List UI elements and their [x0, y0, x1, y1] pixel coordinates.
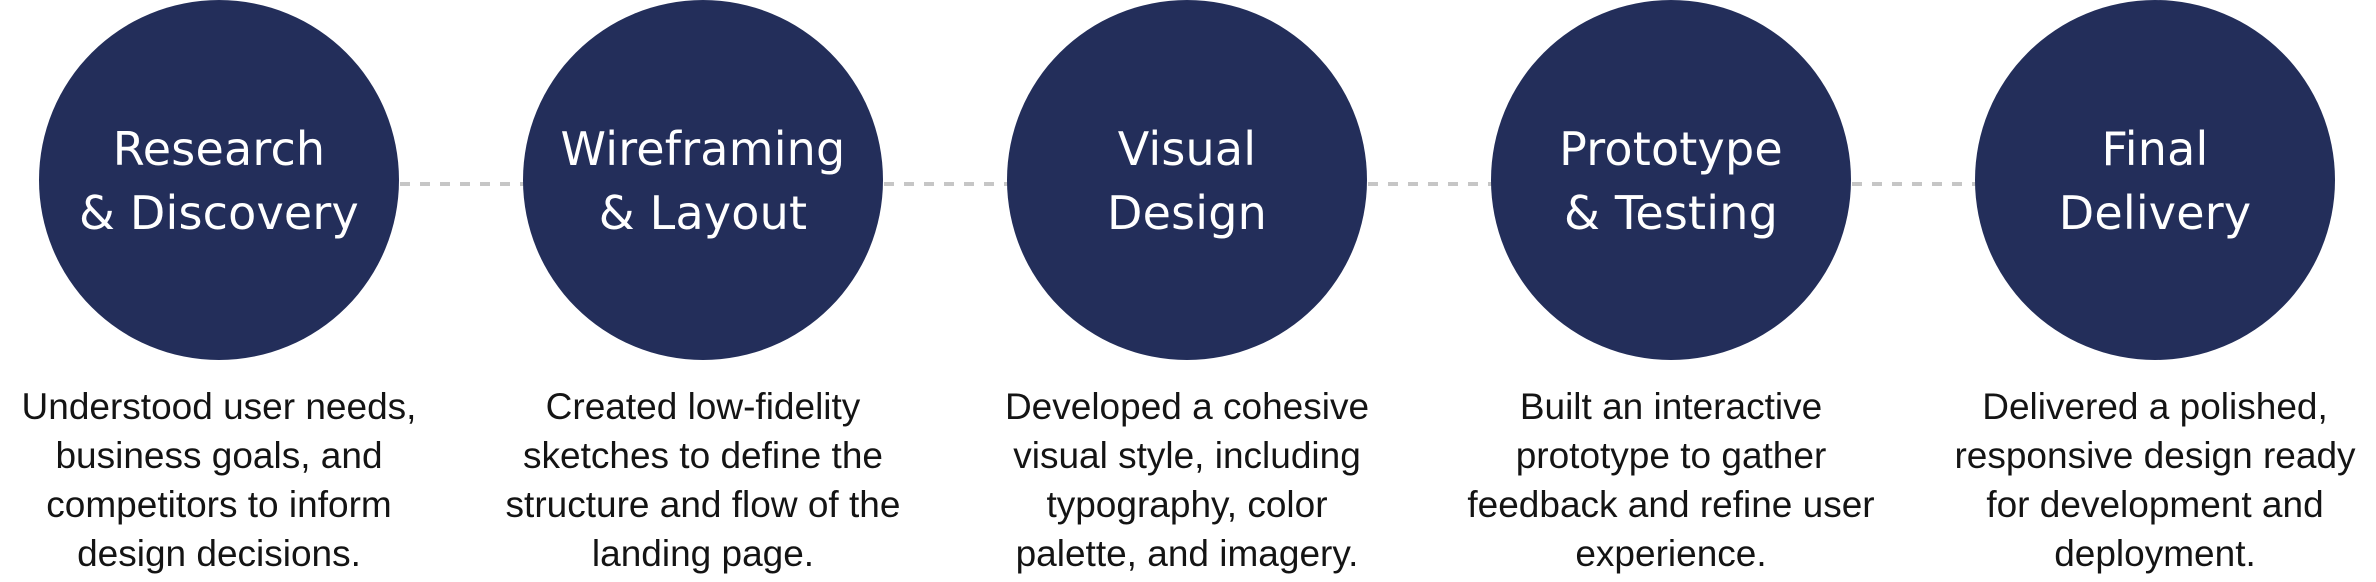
description-line: responsive design ready: [1954, 435, 2356, 476]
step-circle: Final Delivery: [1975, 0, 2335, 360]
description-line: deployment.: [2054, 533, 2256, 574]
description-line: sketches to define the: [523, 435, 883, 476]
step-description: Developed a cohesive visual style, inclu…: [945, 382, 1429, 578]
description-line: Delivered a polished,: [1982, 386, 2328, 427]
description-line: competitors to inform: [46, 484, 392, 525]
process-timeline: Research & Discovery Understood user nee…: [0, 0, 2376, 582]
description-line: palette, and imagery.: [1015, 533, 1359, 574]
step-title-line: Research: [112, 122, 326, 176]
description-line: design decisions.: [77, 533, 361, 574]
description-line: visual style, including: [1013, 435, 1361, 476]
description-line: feedback and refine user: [1467, 484, 1875, 525]
step-title-line: Prototype: [1559, 122, 1783, 176]
step-description: Delivered a polished, responsive design …: [1913, 382, 2376, 578]
step-description: Built an interactive prototype to gather…: [1429, 382, 1913, 578]
step-research-discovery: Research & Discovery Understood user nee…: [0, 0, 461, 582]
description-line: Understood user needs,: [21, 386, 417, 427]
description-line: Built an interactive: [1519, 386, 1823, 427]
step-circle: Wireframing & Layout: [523, 0, 883, 360]
step-circle: Research & Discovery: [39, 0, 399, 360]
description-line: for development and: [1986, 484, 2324, 525]
step-prototype-testing: Prototype & Testing Built an interactive…: [1429, 0, 1913, 582]
step-title-line: & Testing: [1563, 186, 1778, 240]
description-line: prototype to gather: [1515, 435, 1827, 476]
step-final-delivery: Final Delivery Delivered a polished, res…: [1913, 0, 2376, 582]
step-title-line: & Discovery: [79, 186, 359, 240]
step-description: Created low-fidelity sketches to define …: [461, 382, 945, 578]
description-line: landing page.: [591, 533, 815, 574]
description-line: Developed a cohesive: [1004, 386, 1370, 427]
step-visual-design: Visual Design Developed a cohesive visua…: [945, 0, 1429, 582]
description-line: typography, color: [1046, 484, 1328, 525]
description-line: experience.: [1575, 533, 1767, 574]
description-line: business goals, and: [55, 435, 383, 476]
step-title-line: Wireframing: [560, 122, 846, 176]
step-title-line: Design: [1106, 186, 1268, 240]
step-title-line: Delivery: [2058, 186, 2252, 240]
step-circle: Prototype & Testing: [1491, 0, 1851, 360]
step-wireframing-layout: Wireframing & Layout Created low-fidelit…: [461, 0, 945, 582]
step-title-line: Visual: [1117, 122, 1257, 176]
step-circle: Visual Design: [1007, 0, 1367, 360]
step-title-line: & Layout: [598, 186, 808, 240]
step-title-line: Final: [2101, 122, 2209, 176]
description-line: structure and flow of the: [505, 484, 901, 525]
description-line: Created low-fidelity: [545, 386, 861, 427]
step-description: Understood user needs, business goals, a…: [0, 382, 461, 578]
